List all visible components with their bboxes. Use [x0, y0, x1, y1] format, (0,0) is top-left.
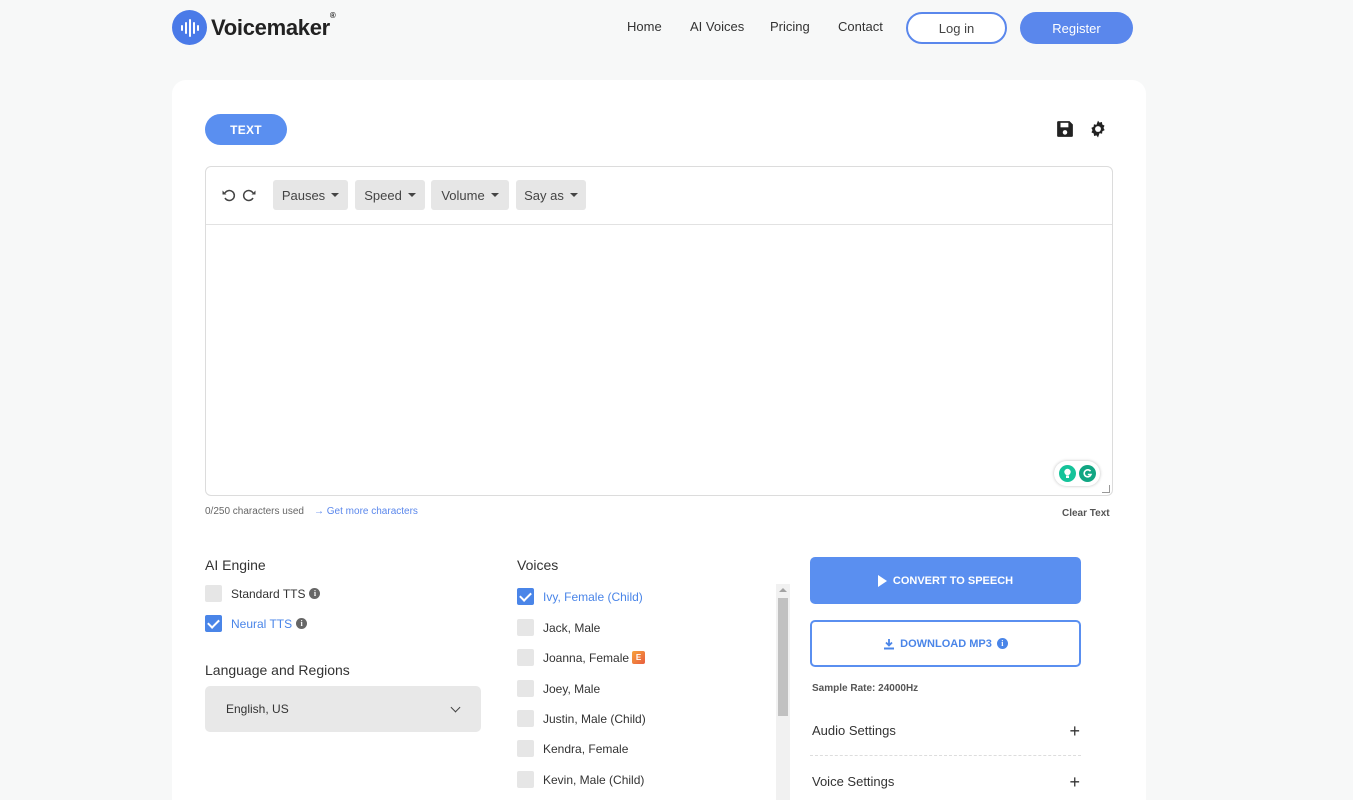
resize-handle[interactable] [1102, 485, 1110, 493]
checkbox-checked[interactable] [517, 588, 534, 605]
tts-card: TEXT Pauses Speed Volume Say as 0/250 ch… [172, 80, 1146, 800]
voice-item-justin[interactable]: Justin, Male (Child) [517, 710, 646, 727]
undo-icon[interactable] [221, 187, 237, 203]
divider [810, 755, 1081, 756]
voices-title: Voices [517, 557, 559, 573]
download-mp3-button[interactable]: DOWNLOAD MP3 i [810, 620, 1081, 667]
engine-option-standard[interactable]: Standard TTS i [205, 585, 321, 602]
checkbox[interactable] [517, 649, 534, 666]
checkbox[interactable] [517, 740, 534, 757]
speed-dropdown[interactable]: Speed [355, 180, 425, 210]
nav-home[interactable]: Home [627, 19, 662, 34]
voicemaker-logo-icon [172, 10, 207, 45]
caret-down-icon [331, 193, 340, 197]
voice-item-ivy[interactable]: Ivy, Female (Child) [517, 588, 643, 605]
ai-engine-title: AI Engine [205, 557, 266, 573]
voice-label: Kendra, Female [543, 741, 629, 756]
voice-label: Justin, Male (Child) [543, 711, 646, 726]
download-label: DOWNLOAD MP3 [900, 637, 992, 650]
tab-text[interactable]: TEXT [205, 114, 287, 145]
nav-pricing[interactable]: Pricing [770, 19, 810, 34]
caret-down-icon [407, 193, 416, 197]
volume-label: Volume [441, 187, 485, 203]
language-title: Language and Regions [205, 662, 350, 678]
engine-option-label: Standard TTS [231, 586, 306, 601]
text-editor: Pauses Speed Volume Say as [205, 166, 1113, 496]
audio-settings-label: Audio Settings [812, 723, 896, 738]
sample-rate: Sample Rate: 24000Hz [812, 683, 919, 694]
language-selected-value: English, US [226, 702, 289, 716]
convert-label: CONVERT TO SPEECH [892, 574, 1014, 587]
voice-label: Kevin, Male (Child) [543, 772, 645, 787]
checkbox-checked[interactable] [205, 615, 222, 632]
grammarly-icon [1078, 465, 1096, 482]
info-icon[interactable]: i [309, 588, 321, 599]
pauses-dropdown[interactable]: Pauses [273, 180, 348, 210]
grammarly-widget[interactable] [1054, 461, 1100, 486]
plus-icon: + [1069, 721, 1080, 741]
download-icon [884, 638, 895, 649]
get-more-characters-link[interactable]: → Get more characters [314, 506, 418, 517]
caret-down-icon [569, 193, 578, 197]
register-button[interactable]: Register [1020, 12, 1133, 44]
editor-toolbar: Pauses Speed Volume Say as [206, 167, 1112, 225]
play-icon [877, 574, 887, 587]
voice-item-joey[interactable]: Joey, Male [517, 680, 600, 697]
voice-item-joanna[interactable]: Joanna, Female E [517, 649, 646, 666]
volume-dropdown[interactable]: Volume [431, 180, 509, 210]
checkbox[interactable] [517, 680, 534, 697]
save-icon[interactable] [1056, 120, 1074, 138]
voice-item-jack[interactable]: Jack, Male [517, 619, 600, 636]
checkbox[interactable] [205, 585, 222, 602]
nav-ai-voices[interactable]: AI Voices [690, 19, 744, 34]
top-navbar: Voicemaker® Home AI Voices Pricing Conta… [0, 0, 1353, 56]
clear-text-button[interactable]: Clear Text [1062, 508, 1110, 519]
pauses-label: Pauses [281, 187, 326, 203]
engine-option-neural[interactable]: Neural TTS i [205, 615, 308, 632]
say-as-dropdown[interactable]: Say as [516, 180, 586, 210]
engine-badge-icon: E [632, 651, 646, 664]
voices-scrollbar[interactable] [776, 584, 790, 800]
voice-settings-label: Voice Settings [812, 774, 895, 789]
checkbox[interactable] [517, 771, 534, 788]
say-as-label: Say as [524, 187, 564, 203]
scroll-up-arrow-icon[interactable] [779, 588, 787, 592]
text-input-area[interactable] [206, 225, 1112, 495]
voice-item-kendra[interactable]: Kendra, Female [517, 740, 628, 757]
speed-label: Speed [364, 187, 402, 203]
language-select[interactable]: English, US [205, 686, 481, 732]
voice-label: Ivy, Female (Child) [543, 589, 643, 604]
checkbox[interactable] [517, 619, 534, 636]
voice-settings-accordion[interactable]: Voice Settings + [812, 772, 1082, 792]
voice-item-kevin[interactable]: Kevin, Male (Child) [517, 771, 644, 788]
audio-settings-accordion[interactable]: Audio Settings + [812, 721, 1082, 741]
nav-contact[interactable]: Contact [838, 19, 883, 34]
info-icon[interactable]: i [296, 618, 308, 629]
caret-down-icon [490, 193, 499, 197]
scrollbar-thumb[interactable] [778, 598, 788, 716]
chevron-down-icon [450, 702, 461, 713]
voice-label: Joanna, Female [543, 650, 630, 665]
convert-to-speech-button[interactable]: CONVERT TO SPEECH [810, 557, 1081, 604]
lightbulb-icon [1058, 465, 1076, 482]
brand-logo[interactable]: Voicemaker® [172, 10, 336, 45]
gear-icon[interactable] [1089, 120, 1107, 138]
plus-icon: + [1069, 772, 1080, 792]
login-button[interactable]: Log in [906, 12, 1007, 44]
checkbox[interactable] [517, 710, 534, 727]
brand-name: Voicemaker® [211, 10, 336, 40]
engine-option-label: Neural TTS [231, 616, 293, 631]
character-counter: 0/250 characters used [205, 506, 304, 517]
voice-label: Joey, Male [543, 681, 601, 696]
voice-label: Jack, Male [543, 620, 601, 635]
redo-icon[interactable] [241, 187, 257, 203]
info-icon[interactable]: i [996, 638, 1008, 649]
